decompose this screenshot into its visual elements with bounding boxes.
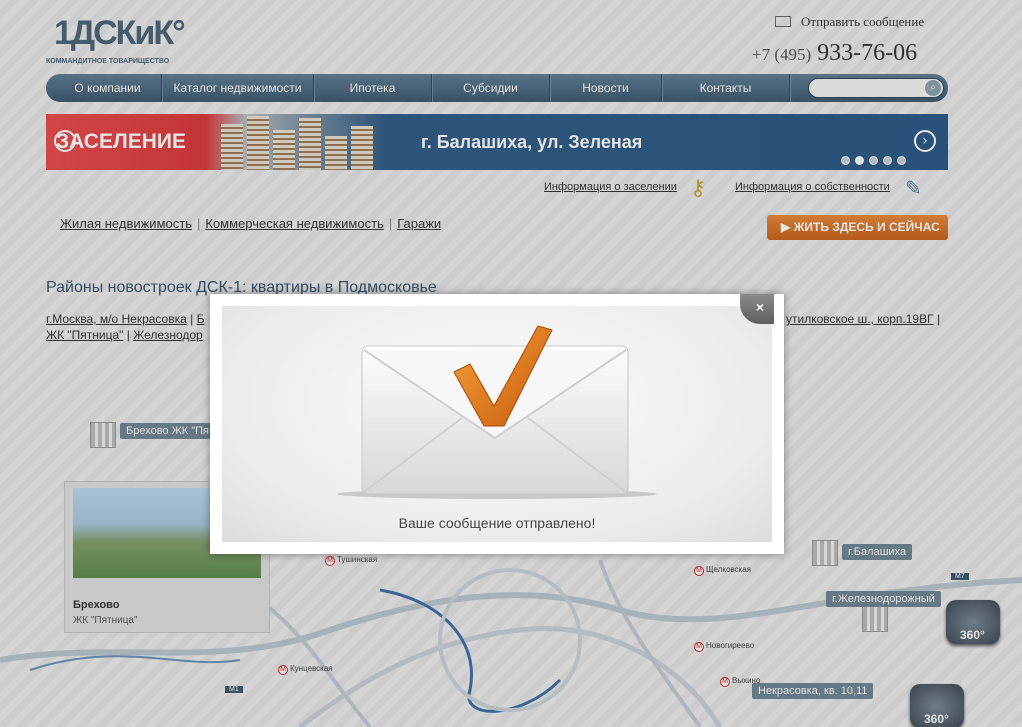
envelope-check-icon (337, 325, 657, 499)
dialog-body: Ваше сообщение отправлено! (222, 306, 772, 542)
message-sent-dialog: Ваше сообщение отправлено! × (210, 294, 784, 554)
page: 1ДСКиК° КОММАНДИТНОЕ ТОВАРИЩЕСТВО Отправ… (0, 0, 1022, 727)
dialog-message: Ваше сообщение отправлено! (398, 515, 596, 531)
